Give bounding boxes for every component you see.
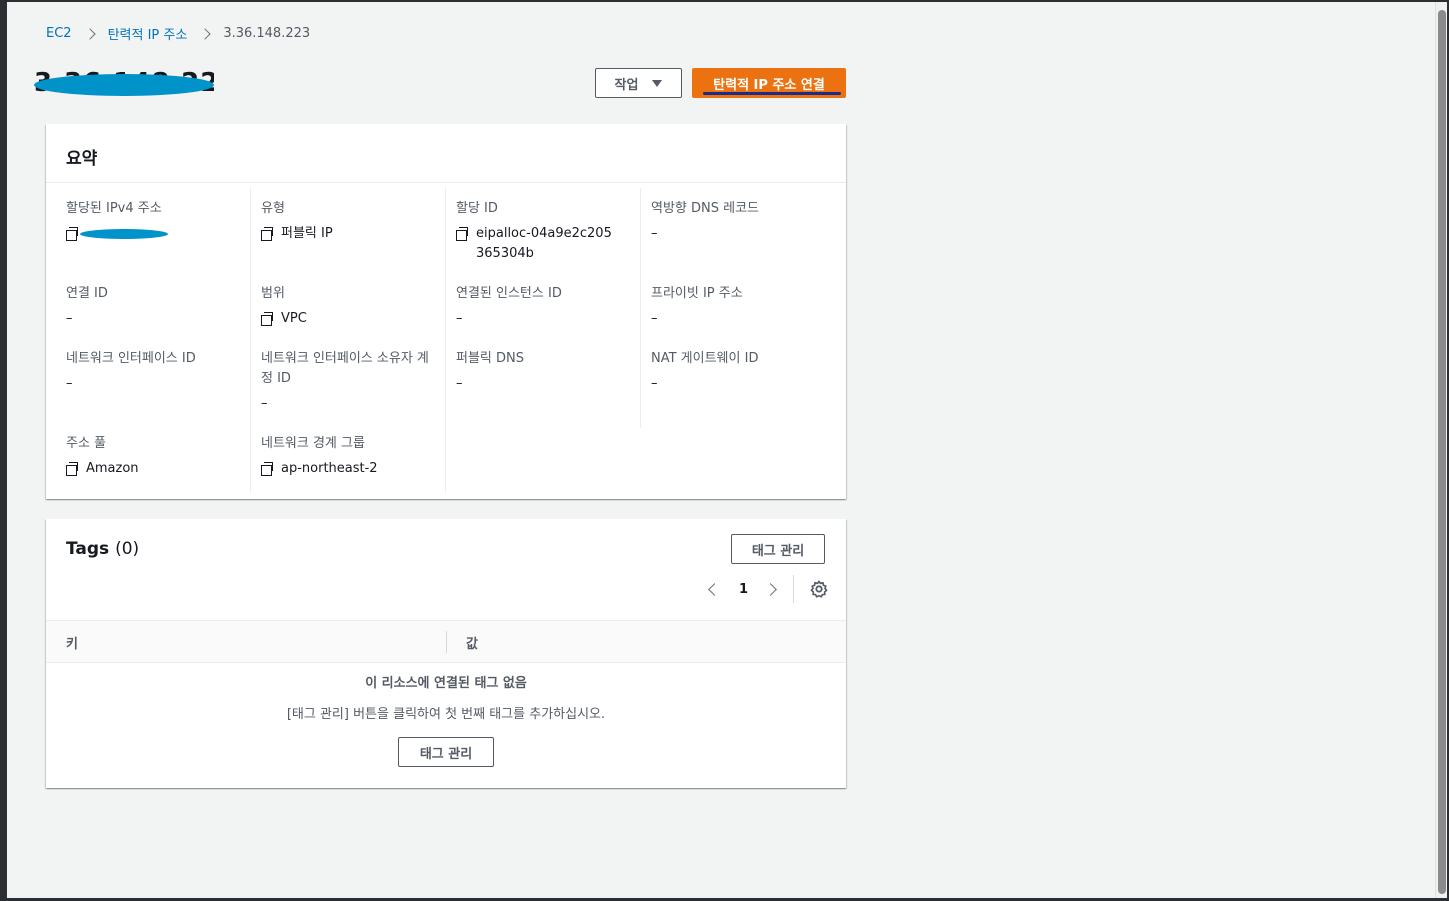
field-value: –: [66, 376, 73, 391]
column-value-header[interactable]: 값: [466, 633, 478, 652]
field-label: 퍼블릭 DNS: [456, 351, 524, 366]
field-allocation-id: 할당 ID eipalloc-04a9e2c205365304b: [456, 199, 626, 264]
console-viewport: EC2 탄력적 IP 주소 3.36.148.223 3.36.148.223 …: [7, 2, 1435, 898]
field-label: 네트워크 인터페이스 소유자 계정 ID: [261, 351, 429, 386]
chevron-right-icon: [83, 27, 96, 40]
summary-column-3: 할당 ID eipalloc-04a9e2c205365304b 연결된 인스턴…: [445, 188, 640, 493]
summary-column-1: 할당된 IPv4 주소 연결 ID – 네트워크 인터페이스 ID – 주소 풀: [46, 188, 241, 493]
chevron-right-icon: [199, 27, 211, 40]
field-label: 역방향 DNS 레코드: [651, 201, 760, 216]
page-number[interactable]: 1: [739, 582, 748, 597]
field-label: 연결된 인스턴스 ID: [456, 286, 562, 301]
summary-panel: 요약 할당된 IPv4 주소 연결 ID – 네트워크 인터페이스 ID – 주…: [46, 124, 846, 499]
tags-panel: Tags (0) 태그 관리 1 키 값 이 리소스에 연결된 태그 없음 [태…: [46, 519, 846, 788]
copy-icon[interactable]: [261, 227, 274, 241]
divider: [793, 575, 795, 603]
copy-icon[interactable]: [66, 227, 79, 241]
field-nat-gateway-id: NAT 게이트웨이 ID –: [651, 349, 821, 394]
annotation-underline: [703, 92, 841, 95]
summary-column-4: 역방향 DNS 레코드 – 프라이빗 IP 주소 – NAT 게이트웨이 ID …: [640, 188, 835, 428]
field-label: 프라이빗 IP 주소: [651, 286, 743, 301]
manage-tags-button[interactable]: 태그 관리: [731, 534, 825, 564]
field-label: NAT 게이트웨이 ID: [651, 351, 759, 366]
field-value: –: [651, 311, 658, 326]
field-address-pool: 주소 풀 Amazon: [66, 434, 236, 479]
field-reverse-dns: 역방향 DNS 레코드 –: [651, 199, 821, 244]
field-value: Amazon: [86, 461, 139, 476]
field-network-interface-id: 네트워크 인터페이스 ID –: [66, 349, 236, 394]
scrollbar-thumb[interactable]: [1438, 10, 1446, 894]
empty-state-title: 이 리소스에 연결된 태그 없음: [365, 676, 527, 691]
field-type: 유형 퍼블릭 IP: [261, 199, 431, 244]
field-value: –: [456, 311, 463, 326]
chevron-right-icon[interactable]: [764, 582, 777, 596]
field-instance-id: 연결된 인스턴스 ID –: [456, 284, 626, 329]
breadcrumb-current: 3.36.148.223: [223, 26, 311, 41]
field-value: –: [456, 376, 463, 391]
field-label: 주소 풀: [66, 436, 107, 451]
copy-icon[interactable]: [261, 312, 274, 326]
breadcrumb: EC2 탄력적 IP 주소 3.36.148.223: [46, 24, 310, 43]
redaction-mark: [34, 74, 214, 96]
field-public-dns: 퍼블릭 DNS –: [456, 349, 626, 394]
summary-title: 요약: [46, 124, 846, 183]
field-network-border-group: 네트워크 경계 그룹 ap-northeast-2: [261, 434, 431, 479]
tags-title: Tags (0): [66, 539, 139, 559]
field-value: VPC: [281, 311, 307, 326]
field-association-id: 연결 ID –: [66, 284, 236, 329]
tags-count: (0): [115, 539, 140, 559]
field-label: 할당 ID: [456, 201, 498, 216]
page-title: 3.36.148.223: [34, 66, 214, 100]
manage-tags-empty-button[interactable]: 태그 관리: [398, 737, 494, 767]
field-value: ap-northeast-2: [281, 461, 378, 476]
copy-icon[interactable]: [66, 462, 79, 476]
empty-state-description: [태그 관리] 버튼을 클릭하여 첫 번째 태그를 추가하십시오.: [286, 707, 606, 722]
field-value: –: [651, 226, 658, 241]
breadcrumb-ec2-link[interactable]: EC2: [46, 26, 72, 41]
field-value: –: [66, 311, 73, 326]
tags-table-header: 키 값: [46, 620, 846, 663]
pagination: 1: [706, 575, 828, 603]
field-network-interface-owner: 네트워크 인터페이스 소유자 계정 ID –: [261, 349, 431, 414]
field-label: 할당된 IPv4 주소: [66, 201, 162, 216]
field-label: 연결 ID: [66, 286, 108, 301]
tags-title-text: Tags: [66, 539, 110, 559]
chevron-left-icon[interactable]: [708, 582, 721, 596]
gear-icon[interactable]: [810, 580, 828, 598]
field-label: 네트워크 경계 그룹: [261, 436, 365, 451]
field-value: 퍼블릭 IP: [281, 226, 333, 241]
copy-icon[interactable]: [456, 227, 469, 241]
field-private-ip: 프라이빗 IP 주소 –: [651, 284, 821, 329]
actions-label: 작업: [614, 77, 639, 93]
breadcrumb-elastic-ip-link[interactable]: 탄력적 IP 주소: [108, 24, 188, 43]
associate-elastic-ip-button[interactable]: 탄력적 IP 주소 연결: [692, 68, 846, 98]
caret-down-icon: [652, 79, 663, 87]
field-scope: 범위 VPC: [261, 284, 431, 329]
redacted-ip-value: [80, 229, 168, 239]
column-resizer[interactable]: [446, 631, 447, 653]
field-value: –: [261, 396, 268, 411]
field-label: 네트워크 인터페이스 ID: [66, 351, 196, 366]
associate-elastic-ip-label: 탄력적 IP 주소 연결: [713, 77, 825, 93]
copy-icon[interactable]: [261, 462, 274, 476]
summary-column-2: 유형 퍼블릭 IP 범위 VPC 네트워크 인터페이스 소유자 계정 ID –: [250, 188, 445, 493]
actions-dropdown-button[interactable]: 작업: [595, 68, 682, 98]
field-value: eipalloc-04a9e2c205365304b: [476, 226, 612, 261]
field-label: 범위: [261, 286, 285, 301]
summary-grid: 할당된 IPv4 주소 연결 ID – 네트워크 인터페이스 ID – 주소 풀: [46, 184, 846, 499]
column-key-header[interactable]: 키: [66, 633, 78, 652]
field-label: 유형: [261, 201, 285, 216]
vertical-scrollbar[interactable]: [1435, 2, 1447, 898]
field-allocated-ipv4: 할당된 IPv4 주소: [66, 199, 236, 241]
field-value: –: [651, 376, 658, 391]
